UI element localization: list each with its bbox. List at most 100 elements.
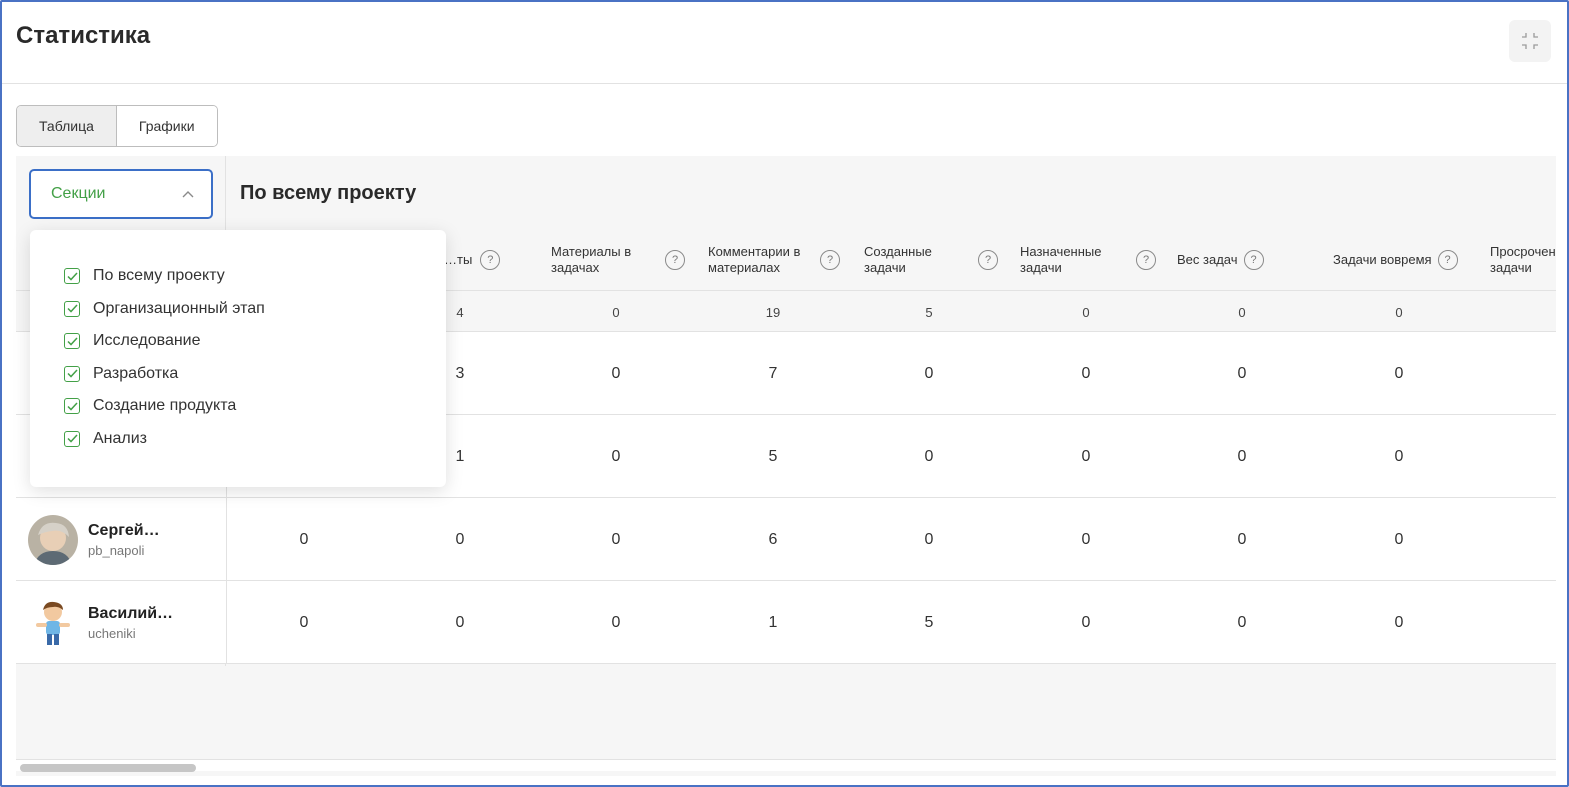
table-cell: 0	[1237, 613, 1247, 631]
section-option[interactable]: Исследование	[30, 325, 446, 358]
table-cell: 0	[611, 530, 621, 548]
table-cell: 0	[455, 530, 465, 548]
table-cell: 0	[924, 530, 934, 548]
column-header: Вес задач ?	[1177, 230, 1264, 290]
total-cell: 19	[765, 304, 781, 320]
table-cell: 0	[1237, 530, 1247, 548]
checkbox[interactable]	[64, 268, 80, 285]
table-cell: 0	[1081, 613, 1091, 631]
section-option[interactable]: Организационный этап	[30, 293, 446, 326]
table-cell: 0	[1237, 364, 1247, 382]
column-header: …ты ?	[444, 230, 501, 290]
view-toggle: Таблица Графики	[16, 105, 218, 147]
question-icon[interactable]: ?	[1136, 250, 1156, 270]
section-option[interactable]: Разработка	[30, 358, 446, 391]
column-header: Просрочен… задачи	[1490, 244, 1556, 275]
column-header: Задачи вовремя ?	[1333, 230, 1458, 290]
total-cell: 4	[456, 304, 464, 320]
table-cell: 0	[1394, 364, 1404, 382]
section-option[interactable]: Анализ	[30, 423, 446, 456]
total-cell: 0	[612, 304, 620, 320]
section-option-label: Разработка	[93, 364, 179, 382]
statistics-window: Статистика Таблица Графики Секции По все…	[0, 0, 1569, 787]
table-cell: 0	[611, 447, 621, 465]
header: Статистика	[2, 2, 1567, 84]
table-cell: 5	[924, 613, 934, 631]
column-header: Назначенные задачи ?	[1020, 230, 1160, 290]
table-cell: 0	[611, 613, 621, 631]
table-cell: 0	[299, 530, 309, 548]
section-title: По всему проекту	[240, 182, 417, 204]
sections-dropdown: По всему проекту Организационный этап Ис…	[30, 230, 446, 487]
column-header: Созданные задачи ?	[864, 230, 1004, 290]
user-login: pb_napoli	[88, 542, 145, 558]
table-cell: 0	[455, 613, 465, 631]
checkbox[interactable]	[64, 300, 80, 317]
section-option-label: Анализ	[93, 429, 148, 447]
question-icon[interactable]: ?	[978, 250, 998, 270]
check-icon	[66, 272, 78, 281]
table-cell: 6	[768, 530, 778, 548]
user-info[interactable]: Сергей… pb_napoli	[28, 498, 223, 581]
question-icon[interactable]: ?	[480, 250, 501, 270]
tab-table[interactable]: Таблица	[17, 106, 117, 146]
section-option[interactable]: Создание продукта	[30, 390, 446, 423]
check-icon	[66, 337, 78, 346]
table-cell: 1	[455, 447, 465, 465]
section-option-label: Организационный этап	[93, 299, 265, 317]
checkbox[interactable]	[64, 333, 80, 350]
table-cell: 7	[768, 364, 778, 382]
check-icon	[66, 402, 78, 411]
avatar	[28, 514, 78, 565]
question-icon[interactable]: ?	[1437, 250, 1458, 270]
page-title: Статистика	[16, 22, 151, 49]
tab-charts[interactable]: Графики	[116, 106, 217, 146]
column-header: Комментарии в материалах ?	[708, 230, 848, 290]
column-header: Материалы в задачах ?	[551, 230, 691, 290]
table-row: Василий… ucheniki 0 0 0 1 5 0 0 0	[16, 581, 1556, 664]
collapse-icon	[1522, 33, 1538, 49]
checkbox[interactable]	[64, 430, 80, 447]
table-cell: 0	[1081, 364, 1091, 382]
user-name: Василий…	[88, 604, 174, 622]
user-name: Сергей…	[88, 521, 160, 539]
section-select-label: Секции	[51, 185, 106, 202]
table-cell: 0	[1081, 530, 1091, 548]
table-cell: 0	[1237, 447, 1247, 465]
user-login: ucheniki	[88, 625, 136, 641]
user-info[interactable]: Василий… ucheniki	[28, 581, 223, 664]
table-cell: 0	[1394, 530, 1404, 548]
table-cell: 0	[924, 447, 934, 465]
section-option[interactable]: По всему проекту	[30, 260, 446, 293]
question-icon[interactable]: ?	[1243, 250, 1264, 270]
check-icon	[66, 304, 78, 313]
table-cell: 5	[768, 447, 778, 465]
table-row: Сергей… pb_napoli 0 0 0 6 0 0 0 0	[16, 498, 1556, 581]
table-cell: 0	[924, 364, 934, 382]
checkbox[interactable]	[64, 365, 80, 382]
chevron-up-icon	[182, 191, 194, 198]
total-cell: 5	[925, 304, 933, 320]
question-icon[interactable]: ?	[820, 250, 840, 270]
section-option-label: Создание продукта	[93, 397, 237, 415]
horizontal-scrollbar[interactable]	[16, 759, 1556, 772]
total-cell: 0	[1238, 304, 1246, 320]
section-select[interactable]: Секции	[29, 169, 213, 219]
scrollbar-thumb[interactable]	[20, 764, 196, 772]
table-cell: 0	[1394, 447, 1404, 465]
question-icon[interactable]: ?	[665, 250, 685, 270]
table-cell: 0	[611, 364, 621, 382]
table-cell: 0	[1081, 447, 1091, 465]
check-icon	[66, 434, 78, 443]
table-cell: 0	[299, 613, 309, 631]
collapse-button[interactable]	[1509, 20, 1551, 62]
table-cell: 0	[1394, 613, 1404, 631]
section-option-label: По всему проекту	[93, 267, 225, 285]
check-icon	[66, 369, 78, 378]
section-option-label: Исследование	[93, 332, 201, 350]
total-cell: 0	[1082, 304, 1090, 320]
table-cell: 3	[455, 364, 465, 382]
checkbox[interactable]	[64, 398, 80, 415]
avatar	[28, 597, 78, 648]
table-cell: 1	[768, 613, 778, 631]
